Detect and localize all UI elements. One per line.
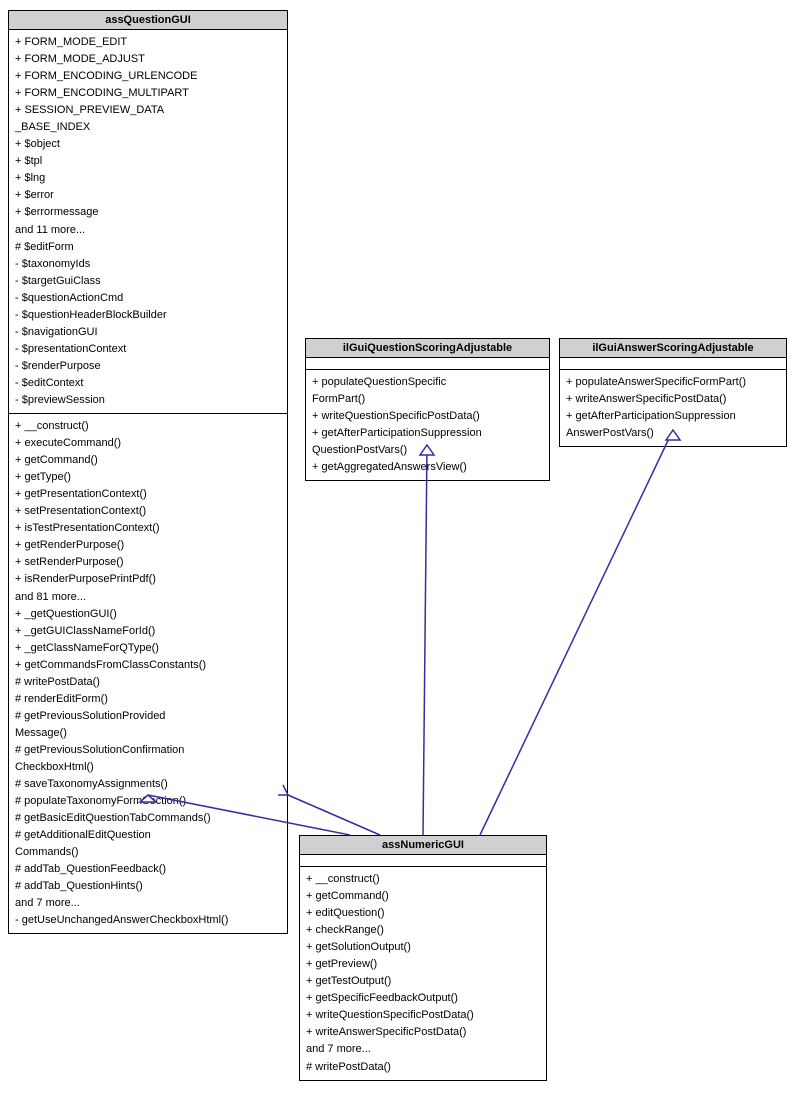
ilGuiQuestionScoringAdjustable-methods: + populateQuestionSpecific FormPart() + …: [306, 370, 549, 480]
assQuestionGUI-box: assQuestionGUI + FORM_MODE_EDIT + FORM_M…: [8, 10, 288, 934]
assQuestionGUI-methods: + __construct() + executeCommand() + get…: [9, 414, 287, 933]
assQuestionGUI-title: assQuestionGUI: [9, 11, 287, 30]
ilGuiQuestionScoringAdjustable-title: ilGuiQuestionScoringAdjustable: [306, 339, 549, 358]
ilGuiQuestionScoringAdjustable-box: ilGuiQuestionScoringAdjustable + populat…: [305, 338, 550, 481]
ilGuiAnswerScoringAdjustable-empty: [560, 358, 786, 370]
ilGuiAnswerScoringAdjustable-box: ilGuiAnswerScoringAdjustable + populateA…: [559, 338, 787, 447]
assNumericGUI-title: assNumericGUI: [300, 836, 546, 855]
assNumericGUI-methods: + __construct() + getCommand() + editQue…: [300, 867, 546, 1080]
assNumericGUI-empty: [300, 855, 546, 867]
ilGuiAnswerScoringAdjustable-methods: + populateAnswerSpecificFormPart() + wri…: [560, 370, 786, 446]
assNumericGUI-box: assNumericGUI + __construct() + getComma…: [299, 835, 547, 1081]
ilGuiQuestionScoringAdjustable-empty: [306, 358, 549, 370]
assQuestionGUI-fields: + FORM_MODE_EDIT + FORM_MODE_ADJUST + FO…: [9, 30, 287, 414]
diagram-container: assQuestionGUI + FORM_MODE_EDIT + FORM_M…: [0, 0, 795, 1108]
ilGuiAnswerScoringAdjustable-title: ilGuiAnswerScoringAdjustable: [560, 339, 786, 358]
